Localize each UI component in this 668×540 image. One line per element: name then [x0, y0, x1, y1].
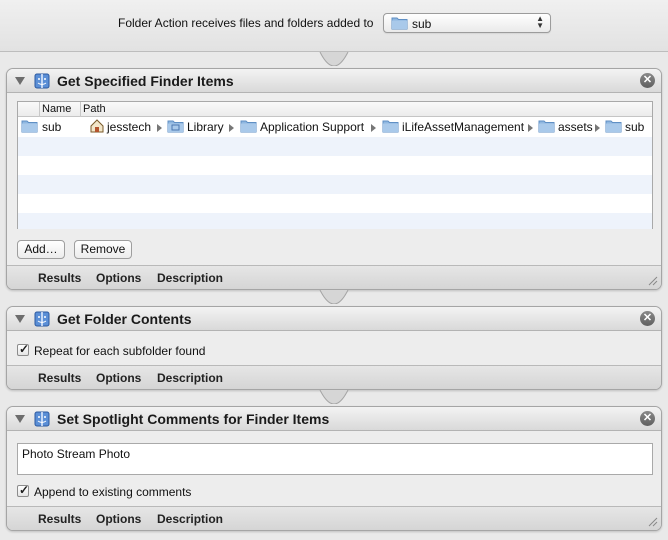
- action-footer: Results Options Description: [7, 265, 661, 289]
- append-comments-checkbox[interactable]: ✓: [17, 483, 30, 497]
- table-row[interactable]: sub jesstech Library Application Support…: [18, 118, 652, 137]
- table-row: [18, 156, 652, 175]
- action-title: Set Spotlight Comments for Finder Items: [57, 411, 330, 427]
- repeat-subfolders-label: Repeat for each subfolder found: [34, 344, 206, 358]
- close-icon[interactable]: ✕: [640, 311, 655, 326]
- close-icon[interactable]: ✕: [640, 73, 655, 88]
- finder-action-icon: [33, 410, 51, 431]
- table-row: [18, 137, 652, 156]
- disclosure-triangle-icon[interactable]: [15, 77, 25, 85]
- remove-button[interactable]: Remove: [74, 240, 132, 259]
- path-separator-icon: [157, 124, 162, 132]
- spotlight-comment-field[interactable]: Photo Stream Photo: [17, 443, 653, 475]
- path-component: assets: [558, 120, 593, 134]
- column-header-path[interactable]: Path: [83, 103, 106, 115]
- disclosure-triangle-icon[interactable]: [15, 315, 25, 323]
- options-tab[interactable]: Options: [96, 271, 141, 285]
- action-connector: [317, 52, 351, 66]
- path-separator-icon: [229, 124, 234, 132]
- checkmark-icon: ✓: [19, 342, 30, 356]
- action-title: Get Specified Finder Items: [57, 73, 234, 89]
- path-component: Application Support: [260, 120, 365, 134]
- close-icon[interactable]: ✕: [640, 411, 655, 426]
- add-button[interactable]: Add…: [17, 240, 65, 259]
- folder-icon: [382, 119, 399, 136]
- workflow-header: Folder Action receives files and folders…: [0, 0, 668, 52]
- action-title: Get Folder Contents: [57, 311, 192, 327]
- path-component: sub: [625, 120, 645, 134]
- action-get-folder-contents: Get Folder Contents ✕ ✓ Repeat for each …: [6, 306, 662, 390]
- results-tab[interactable]: Results: [38, 512, 81, 526]
- path-component: jesstech: [107, 120, 152, 134]
- folder-action-label: Folder Action receives files and folders…: [118, 16, 374, 30]
- folder-icon: [21, 119, 38, 136]
- folder-icon: [538, 119, 555, 136]
- folder-select-popup[interactable]: sub ▲ ▼: [383, 13, 551, 33]
- path-component: iLifeAssetManagement: [402, 120, 525, 134]
- action-set-spotlight-comments: Set Spotlight Comments for Finder Items …: [6, 406, 662, 531]
- description-tab[interactable]: Description: [157, 371, 223, 385]
- path-separator-icon: [595, 124, 600, 132]
- path-separator-icon: [371, 124, 376, 132]
- options-tab[interactable]: Options: [96, 371, 141, 385]
- folder-icon: [605, 119, 622, 136]
- action-footer: Results Options Description: [7, 506, 661, 530]
- table-row: [18, 213, 652, 229]
- description-tab[interactable]: Description: [157, 512, 223, 526]
- repeat-subfolders-checkbox[interactable]: ✓: [17, 342, 30, 356]
- folder-icon: [240, 119, 257, 136]
- finder-action-icon: [33, 72, 51, 93]
- selected-folder-value: sub: [412, 17, 432, 31]
- folder-icon: [391, 16, 408, 33]
- column-divider: [80, 102, 81, 117]
- path-separator-icon: [528, 124, 533, 132]
- resize-grip-icon[interactable]: [648, 276, 658, 286]
- table-row: [18, 175, 652, 194]
- results-tab[interactable]: Results: [38, 371, 81, 385]
- column-header-name[interactable]: Name: [42, 103, 71, 115]
- action-footer: Results Options Description: [7, 365, 661, 389]
- checkmark-icon: ✓: [19, 483, 30, 497]
- options-tab[interactable]: Options: [96, 512, 141, 526]
- action-connector: [319, 290, 349, 304]
- description-tab[interactable]: Description: [157, 271, 223, 285]
- table-row: [18, 194, 652, 213]
- resize-grip-icon[interactable]: [648, 517, 658, 527]
- table-header: Name Path: [18, 102, 652, 117]
- item-name: sub: [42, 120, 62, 134]
- action-title-bar: Get Folder Contents ✕: [7, 307, 661, 331]
- disclosure-triangle-icon[interactable]: [15, 415, 25, 423]
- path-component: Library: [187, 120, 224, 134]
- action-title-bar: Set Spotlight Comments for Finder Items …: [7, 407, 661, 431]
- finder-action-icon: [33, 310, 51, 331]
- library-folder-icon: [167, 119, 184, 136]
- append-comments-label: Append to existing comments: [34, 485, 192, 499]
- popup-arrows-icon: ▲ ▼: [536, 14, 544, 30]
- finder-items-table[interactable]: Name Path sub jesstech Library Applicati…: [17, 101, 653, 229]
- home-icon: [90, 119, 104, 136]
- header-blank-column: [18, 102, 40, 117]
- action-get-specified-finder-items: Get Specified Finder Items ✕ Name Path s…: [6, 68, 662, 290]
- action-title-bar: Get Specified Finder Items ✕: [7, 69, 661, 93]
- action-connector: [319, 390, 349, 404]
- results-tab[interactable]: Results: [38, 271, 81, 285]
